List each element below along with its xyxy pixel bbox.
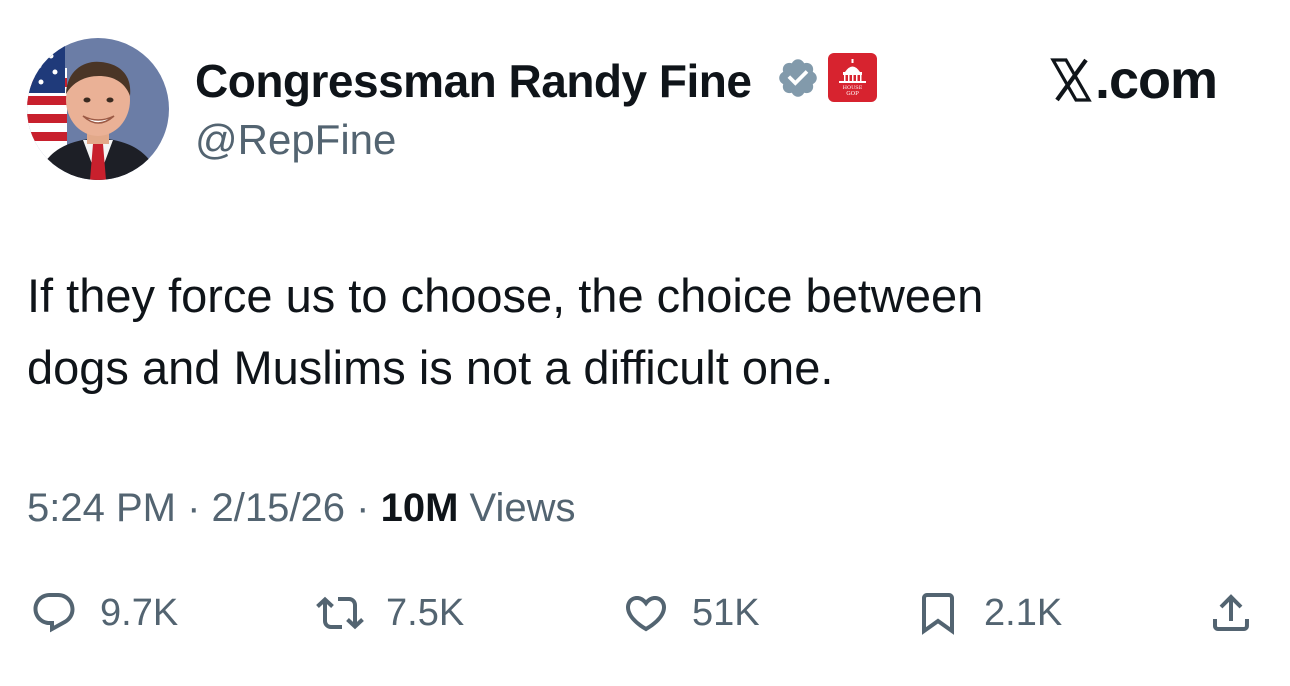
bookmark-icon: [922, 593, 954, 635]
affiliation-badge-line-2: GOP: [846, 91, 859, 97]
tweet-line: dogs and Muslims is not a difficult one.: [27, 341, 834, 394]
views-label: Views: [469, 486, 576, 530]
site-mark: .com: [1050, 50, 1218, 110]
reply-count: 9.7K: [100, 592, 179, 634]
house-gop-capitol-icon[interactable]: HOUSE GOP: [828, 53, 877, 102]
meta-separator: ·: [356, 486, 370, 530]
tweet-line: If they force us to choose, the choice b…: [27, 269, 984, 322]
author-handle[interactable]: @RepFine: [195, 115, 396, 165]
repost-icon: [316, 596, 364, 630]
verified-badge-icon[interactable]: [776, 56, 820, 100]
like-button[interactable]: 51K: [622, 585, 760, 641]
like-count: 51K: [692, 592, 760, 634]
site-domain: .com: [1095, 50, 1218, 110]
tweet-meta: 5:24 PM · 2/15/26 · 10M Views: [27, 480, 576, 536]
bookmark-button[interactable]: 2.1K: [914, 585, 1062, 641]
tweet-time[interactable]: 5:24 PM: [27, 486, 176, 530]
action-bar: 9.7K 7.5K 51K 2.1K: [0, 585, 1290, 641]
share-icon: [1213, 594, 1249, 631]
avatar-photo: [27, 38, 169, 180]
reply-button[interactable]: 9.7K: [30, 585, 178, 641]
flag-graphic: [27, 38, 67, 163]
bookmark-count: 2.1K: [984, 592, 1063, 634]
tweet-text: If they force us to choose, the choice b…: [27, 260, 1257, 404]
x-logo-icon: [1050, 58, 1092, 102]
reply-icon: [33, 593, 75, 633]
repost-count: 7.5K: [386, 592, 465, 634]
meta-separator: ·: [187, 486, 201, 530]
tweet-date[interactable]: 2/15/26: [212, 486, 345, 530]
repost-button[interactable]: 7.5K: [316, 585, 464, 641]
heart-icon: [625, 596, 667, 632]
views-count: 10M: [380, 486, 459, 530]
avatar[interactable]: [27, 38, 169, 180]
author-display-name[interactable]: Congressman Randy Fine: [195, 53, 752, 109]
share-button[interactable]: [1207, 585, 1255, 641]
